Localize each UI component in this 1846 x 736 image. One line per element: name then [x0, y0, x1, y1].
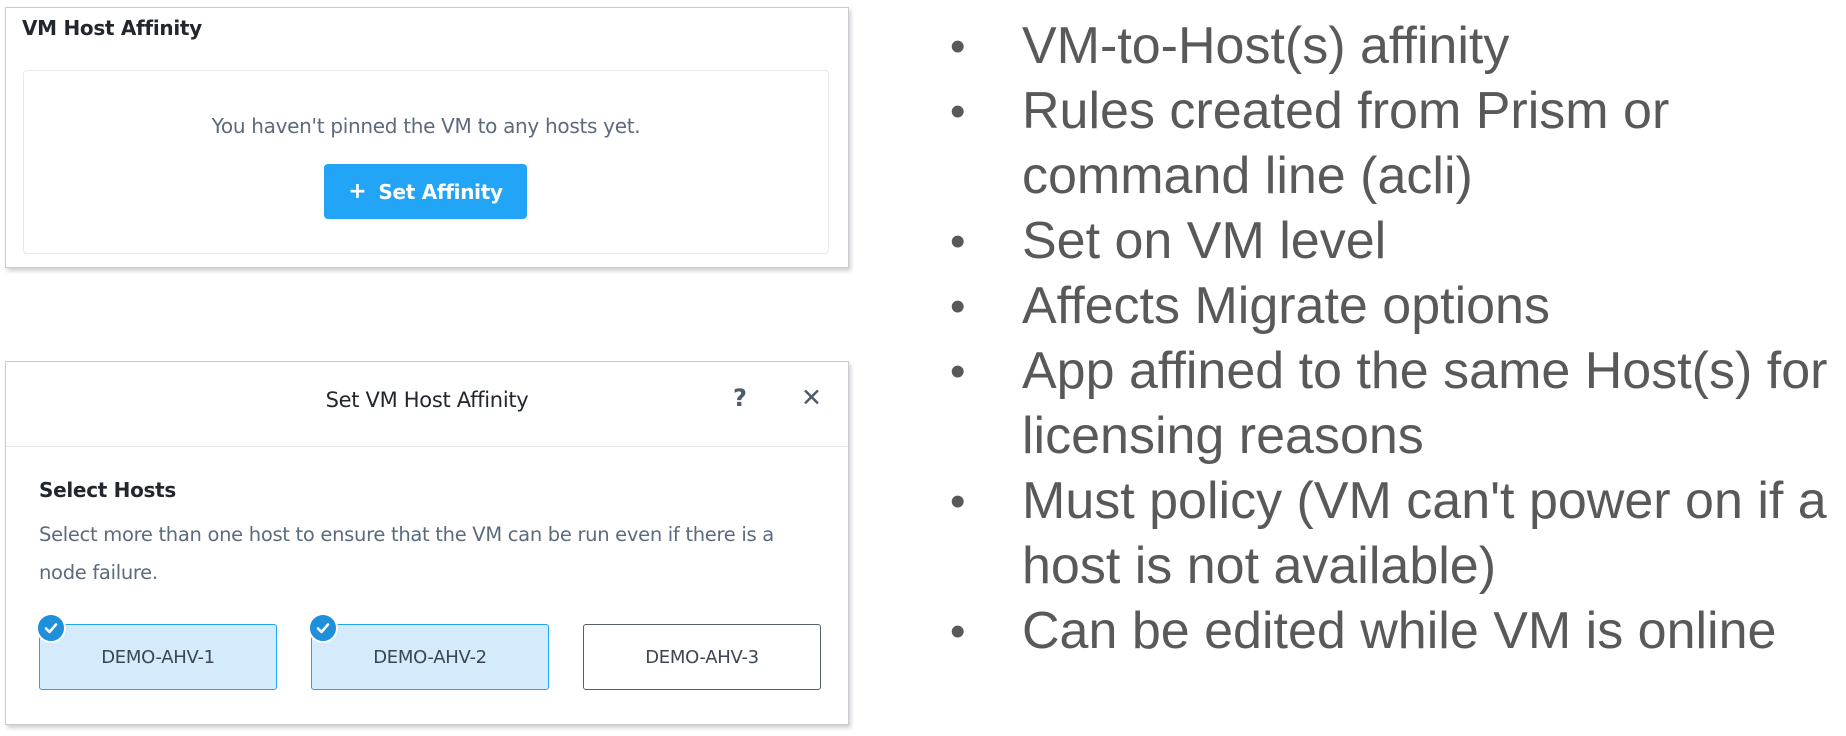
bullet-dot: • [950, 22, 966, 71]
set-affinity-dialog: Set VM Host Affinity ? ✕ Select Hosts Se… [5, 361, 849, 725]
bullet-item: • Affects Migrate options [950, 274, 1846, 339]
host-option-demo-ahv-1[interactable]: DEMO-AHV-1 [36, 613, 277, 690]
empty-state-card: You haven't pinned the VM to any hosts y… [23, 70, 829, 254]
checkmark-icon [36, 613, 66, 643]
set-affinity-label: Set Affinity [378, 179, 503, 204]
host-name: DEMO-AHV-3 [645, 646, 759, 668]
help-icon[interactable]: ? [733, 384, 747, 412]
bullet-item: • Can be edited while VM is online [950, 599, 1846, 664]
bullet-item: • Rules created from Prism or command lin… [950, 79, 1846, 209]
bullet-dot: • [950, 477, 966, 526]
feature-bullet-list: • VM-to-Host(s) affinity • Rules created f… [950, 14, 1846, 664]
dialog-header: Set VM Host Affinity ? ✕ [6, 362, 848, 447]
checkmark-icon [308, 613, 338, 643]
bullet-item: • Set on VM level [950, 209, 1846, 274]
bullet-item: • App affined to the same Host(s) for lic… [950, 339, 1846, 469]
select-hosts-help-text: Select more than one host to ensure that… [39, 523, 774, 584]
close-icon[interactable]: ✕ [801, 383, 822, 412]
dialog-title: Set VM Host Affinity [325, 388, 529, 412]
bullet-item: • VM-to-Host(s) affinity [950, 14, 1846, 79]
vm-host-affinity-panel: VM Host Affinity You haven't pinned the … [5, 7, 849, 268]
host-name: DEMO-AHV-2 [373, 646, 487, 668]
bullet-dot: • [950, 347, 966, 396]
panel-title: VM Host Affinity [22, 16, 202, 40]
bullet-dot: • [950, 282, 966, 331]
host-name: DEMO-AHV-1 [101, 646, 215, 668]
bullet-dot: • [950, 217, 966, 266]
host-option-demo-ahv-2[interactable]: DEMO-AHV-2 [308, 613, 549, 690]
bullet-dot: • [950, 87, 966, 136]
host-option-demo-ahv-3[interactable]: DEMO-AHV-3 [583, 624, 821, 690]
empty-state-message: You haven't pinned the VM to any hosts y… [211, 114, 641, 138]
set-affinity-button[interactable]: + Set Affinity [324, 164, 527, 219]
select-hosts-label: Select Hosts [39, 478, 177, 502]
bullet-dot: • [950, 607, 966, 656]
plus-icon: + [348, 179, 367, 204]
bullet-item: • Must policy (VM can't power on if a hos… [950, 469, 1846, 599]
